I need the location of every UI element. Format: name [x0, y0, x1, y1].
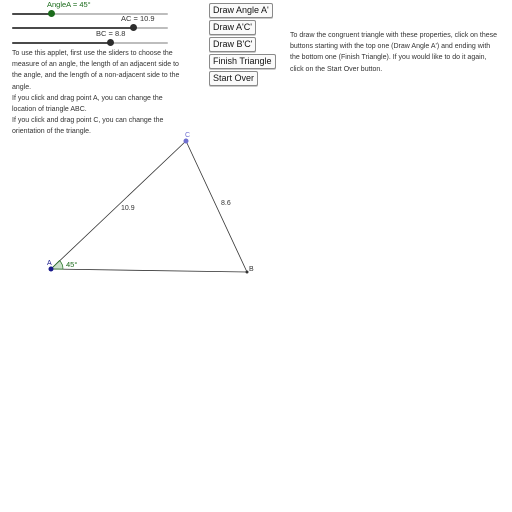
side-ab	[50, 268, 248, 273]
point-b-label: B	[249, 266, 254, 273]
side-ac	[50, 140, 187, 270]
side-ac-length: 10.9	[121, 205, 135, 212]
point-c-label: C	[185, 132, 190, 139]
angle-a-label: 45°	[66, 260, 77, 269]
point-a[interactable]	[48, 266, 54, 272]
geometry-canvas: 45° 10.9 8.6 A C B	[47, 132, 254, 274]
side-bc	[185, 140, 248, 273]
point-a-label: A	[47, 260, 52, 267]
point-c[interactable]	[183, 138, 189, 144]
side-bc-length: 8.6	[221, 200, 231, 207]
